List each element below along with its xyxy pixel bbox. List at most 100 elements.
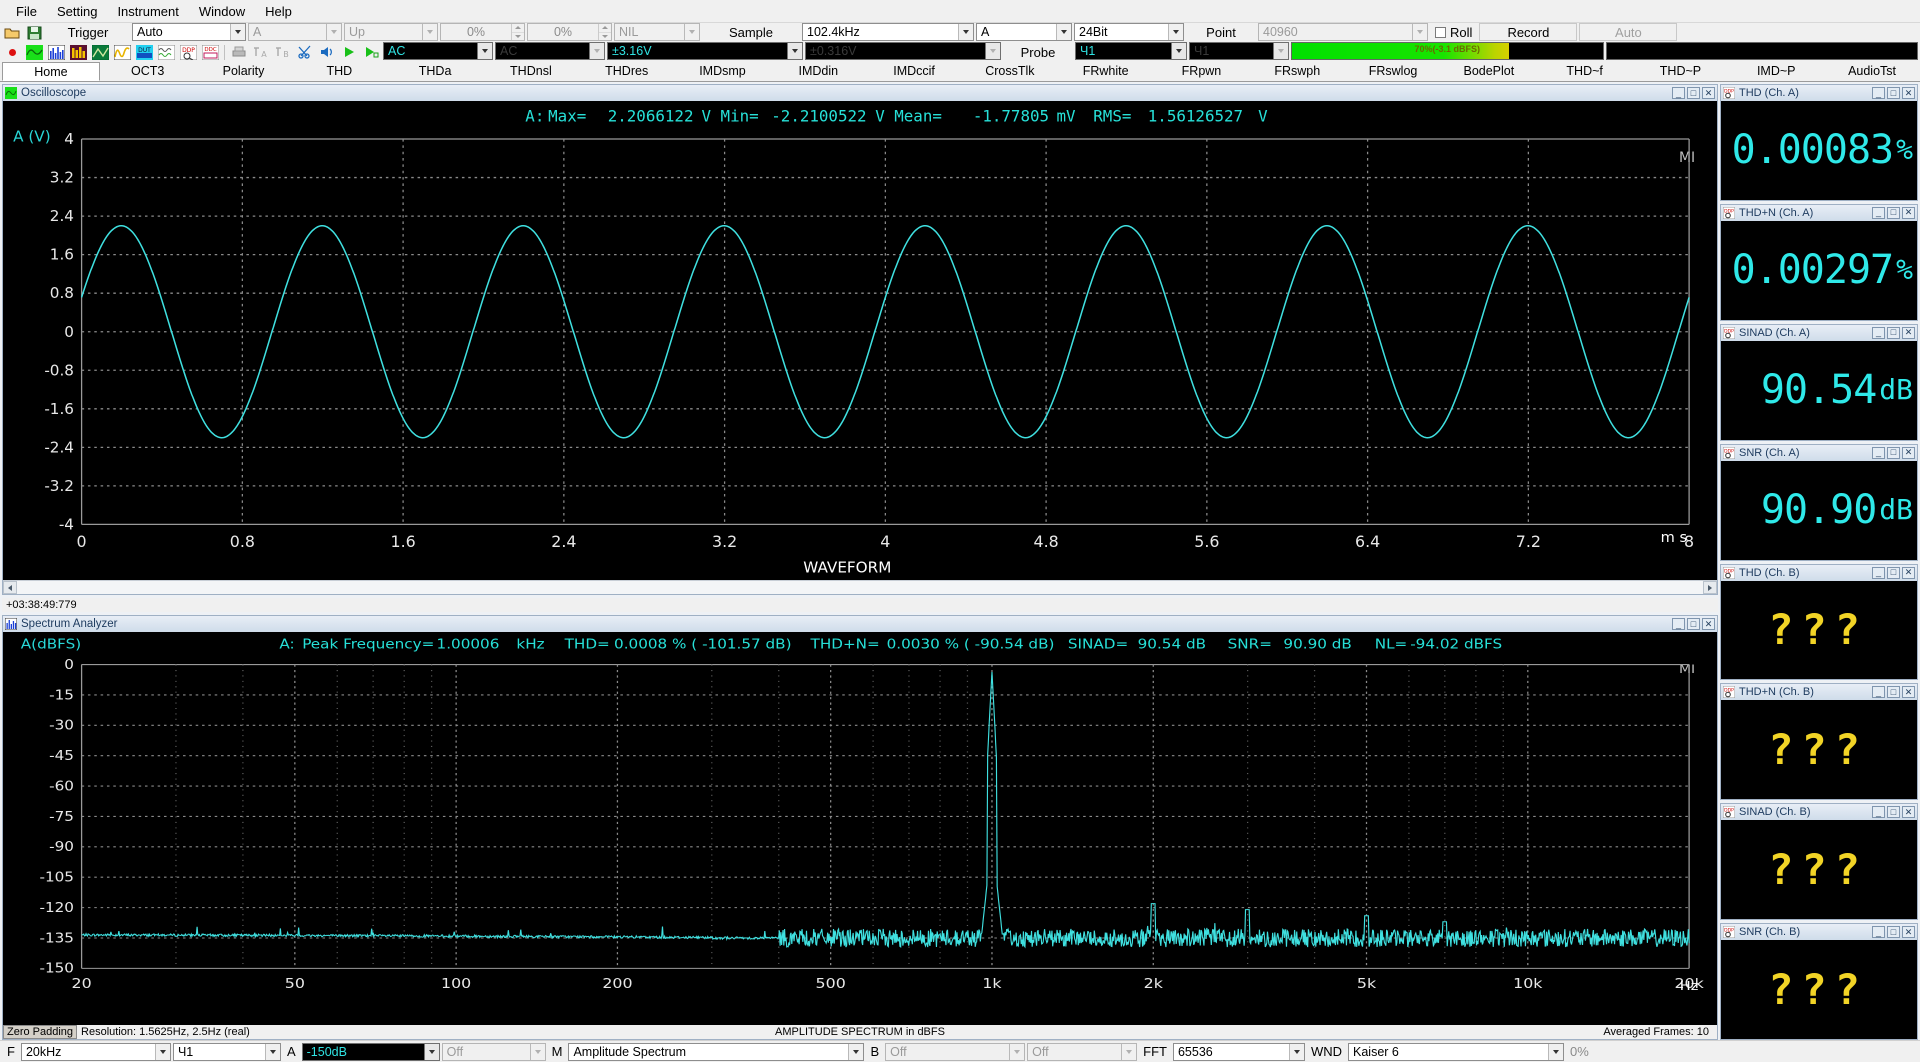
tab-home[interactable]: Home [2, 62, 100, 81]
tab-oct3[interactable]: OCT3 [100, 62, 196, 81]
close-icon[interactable]: ✕ [1902, 87, 1915, 99]
fft-size-select[interactable]: 65536 [1172, 1042, 1305, 1061]
play-loop-icon[interactable] [360, 42, 382, 62]
tab-frwhite[interactable]: FRwhite [1058, 62, 1154, 81]
tab-frswlog[interactable]: FRswlog [1345, 62, 1441, 81]
chevron-down-icon[interactable] [1009, 1043, 1025, 1060]
close-icon[interactable]: ✕ [1702, 618, 1715, 631]
tab-crosstlk[interactable]: CrossTlk [962, 62, 1058, 81]
close-icon[interactable]: ✕ [1902, 806, 1915, 819]
ddc-analyzer-icon[interactable]: DDC [199, 42, 221, 62]
cursor-a-icon[interactable]: A [250, 42, 272, 62]
scissors-icon[interactable] [294, 42, 316, 62]
tab-imddin[interactable]: IMDdin [770, 62, 866, 81]
tab-bodeplot[interactable]: BodePlot [1441, 62, 1537, 81]
chevron-down-icon[interactable] [1548, 1043, 1564, 1060]
tab-imd-p[interactable]: IMD~P [1728, 62, 1824, 81]
maximize-icon[interactable]: □ [1887, 206, 1900, 219]
tab-thd[interactable]: THD [291, 62, 387, 81]
3d-waterfall-icon[interactable] [89, 42, 111, 62]
chevron-down-icon[interactable] [1288, 1043, 1304, 1060]
scroll-left-icon[interactable] [3, 581, 17, 595]
maximize-icon[interactable]: □ [1887, 87, 1900, 99]
frequency-probe-select[interactable]: Ч1 [172, 1042, 281, 1061]
octave-analyzer-icon[interactable] [67, 42, 89, 62]
chevron-down-icon[interactable] [1273, 43, 1288, 59]
chevron-down-icon[interactable] [1056, 24, 1071, 40]
tab-frpwn[interactable]: FRpwn [1154, 62, 1250, 81]
chevron-down-icon[interactable] [958, 24, 973, 40]
point-count-select[interactable]: 40960 [1258, 23, 1428, 41]
trigger-level-spin-buttons[interactable] [511, 24, 524, 40]
measurement-mode-select[interactable]: Amplitude Spectrum [568, 1042, 865, 1061]
chevron-down-icon[interactable] [423, 1043, 439, 1060]
chevron-down-icon[interactable] [787, 43, 802, 59]
minimize-icon[interactable]: _ [1872, 326, 1885, 339]
trigger-position-stepper[interactable]: 0% [527, 23, 612, 41]
chevron-down-icon[interactable] [1168, 24, 1183, 40]
record-button[interactable]: Record [1479, 23, 1578, 41]
tab-thd-p[interactable]: THD~P [1633, 62, 1729, 81]
tab-thd-f[interactable]: THD~f [1537, 62, 1633, 81]
close-icon[interactable]: ✕ [1902, 446, 1915, 459]
spectrum-titlebar[interactable]: Spectrum Analyzer _ □ ✕ [3, 616, 1717, 633]
minimize-icon[interactable]: _ [1872, 87, 1885, 99]
spin-down-icon[interactable] [599, 32, 611, 40]
multi-trace-icon[interactable] [155, 42, 177, 62]
maximize-icon[interactable]: □ [1887, 686, 1900, 699]
roll-checkbox[interactable]: Roll [1429, 23, 1478, 42]
chevron-down-icon[interactable] [684, 24, 699, 40]
minimize-icon[interactable]: _ [1672, 618, 1685, 631]
chevron-down-icon[interactable] [1171, 43, 1186, 59]
chevron-down-icon[interactable] [1121, 1043, 1137, 1060]
tab-thdnsl[interactable]: THDnsl [483, 62, 579, 81]
ddp-analyzer-icon[interactable]: DDP [177, 42, 199, 62]
chevron-down-icon[interactable] [264, 1043, 280, 1060]
oscilloscope-hscrollbar[interactable] [3, 580, 1717, 595]
close-icon[interactable]: ✕ [1902, 206, 1915, 219]
sample-rate-select[interactable]: 102.4kHz [802, 23, 974, 41]
meter-titlebar[interactable]: DDP SNR (Ch. A) _ □ ✕ [1721, 444, 1917, 461]
speaker-icon[interactable] [316, 42, 338, 62]
range-b-select[interactable]: ±0.316V [805, 42, 1001, 60]
chevron-down-icon[interactable] [848, 1043, 864, 1060]
window-function-select[interactable]: Kaiser 6 [1348, 1042, 1565, 1061]
bit-depth-select[interactable]: 24Bit [1074, 23, 1184, 41]
meter-titlebar[interactable]: DDP SINAD (Ch. A) _ □ ✕ [1721, 324, 1917, 341]
save-file-icon[interactable] [23, 23, 45, 43]
probe-a-select[interactable]: Ч1 [1075, 42, 1187, 60]
oscilloscope-titlebar[interactable]: Oscilloscope _ □ ✕ [3, 85, 1717, 101]
trigger-holdoff-select[interactable]: NIL [614, 23, 700, 41]
scrollbar-track[interactable] [17, 581, 1703, 595]
tab-frswph[interactable]: FRswph [1249, 62, 1345, 81]
oscilloscope-plot[interactable]: A: Max= 2.2066122 V Min= -2.2100522 V Me… [3, 101, 1717, 581]
coupling-b-select[interactable]: AC [495, 42, 605, 60]
minimize-icon[interactable]: _ [1672, 87, 1685, 99]
menu-item-setting[interactable]: Setting [47, 2, 107, 21]
minimize-icon[interactable]: _ [1872, 686, 1885, 699]
menu-item-file[interactable]: File [6, 2, 47, 21]
minimize-icon[interactable]: _ [1872, 446, 1885, 459]
tab-thda[interactable]: THDa [387, 62, 483, 81]
chevron-down-icon[interactable] [326, 24, 341, 40]
trigger-slope-select[interactable]: Up [344, 23, 438, 41]
minimize-icon[interactable]: _ [1872, 566, 1885, 579]
tab-polarity[interactable]: Polarity [196, 62, 292, 81]
range-a-select[interactable]: ±3.16V [607, 42, 803, 60]
close-icon[interactable]: ✕ [1902, 566, 1915, 579]
chevron-down-icon[interactable] [1412, 24, 1427, 40]
chevron-down-icon[interactable] [422, 24, 437, 40]
meter-titlebar[interactable]: DDP THD+N (Ch. B) _ □ ✕ [1721, 684, 1917, 701]
spin-down-icon[interactable] [512, 32, 524, 40]
maximize-icon[interactable]: □ [1887, 926, 1900, 939]
maximize-icon[interactable]: □ [1887, 326, 1900, 339]
minimize-icon[interactable]: _ [1872, 926, 1885, 939]
spin-up-icon[interactable] [512, 24, 524, 33]
trigger-position-spin-buttons[interactable] [598, 24, 611, 40]
minimize-icon[interactable]: _ [1872, 206, 1885, 219]
channel-b-mode-select[interactable]: Off [1027, 1042, 1138, 1061]
chevron-down-icon[interactable] [477, 43, 492, 59]
meter-titlebar[interactable]: DDP THD (Ch. A) _ □ ✕ [1721, 85, 1917, 101]
spectrum-analyzer-icon[interactable] [45, 42, 67, 62]
tab-imdsmp[interactable]: IMDsmp [675, 62, 771, 81]
